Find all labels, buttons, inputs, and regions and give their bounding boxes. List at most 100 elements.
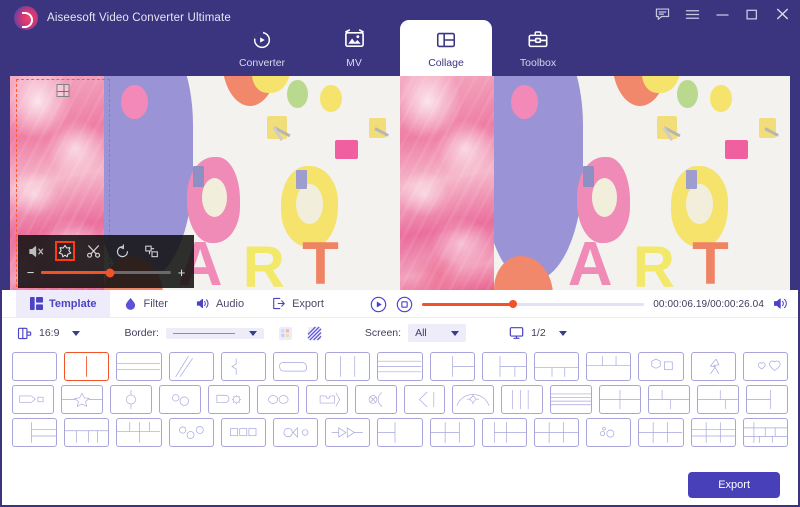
template-grid-2x3-b[interactable] [638,418,684,447]
mute-icon[interactable] [26,241,46,261]
paper-letter-t: T [302,230,339,290]
border-style-preview [172,332,235,334]
template-left-big-right-stack[interactable] [648,385,691,414]
tab-template-label: Template [49,297,97,310]
template-rounded-inset[interactable] [273,352,319,381]
template-bubbles[interactable] [586,418,632,447]
zoom-out-button[interactable]: − [26,266,35,279]
template-circle-center[interactable] [109,385,152,414]
template-t-shape-3[interactable] [697,385,740,414]
template-cols-4[interactable] [501,385,544,414]
close-icon[interactable] [774,6,790,22]
maximize-icon[interactable] [744,6,760,22]
template-arrow-notch[interactable] [220,352,267,381]
template-left-big-right-2[interactable] [429,352,475,381]
playback-progress-slider[interactable] [422,300,645,308]
screen-dropdown[interactable]: All [408,324,467,342]
template-cross-circle[interactable] [354,385,397,414]
template-gear-shape[interactable] [207,385,250,414]
zoom-track[interactable] [41,268,171,277]
template-grid-3x3[interactable] [690,418,736,447]
template-grid-2x2-wide[interactable] [377,418,423,447]
minimize-icon[interactable] [714,6,730,22]
template-cols-3[interactable] [325,352,371,381]
template-single[interactable] [12,352,58,381]
tab-filter[interactable]: Filter [110,290,181,317]
monitor-icon[interactable] [508,325,524,341]
template-puzzle-shape[interactable] [305,385,348,414]
play-button[interactable] [370,296,387,313]
aspect-ratio-caret-icon[interactable] [72,330,81,336]
screen-label: Screen: [364,327,402,339]
template-three-circles[interactable] [168,418,214,447]
template-arrow-chain[interactable] [325,418,371,447]
template-grid-complex[interactable] [742,418,789,447]
zoom-knob[interactable] [105,268,115,277]
export-arrow-icon [272,297,286,310]
template-rows-4[interactable] [377,352,423,381]
template-star-band[interactable] [60,385,103,414]
template-arch-diamond[interactable] [452,385,495,414]
template-flag-rect[interactable] [12,385,54,414]
template-bottom-split-3[interactable] [534,352,580,381]
template-left-split-right-2[interactable] [429,418,475,447]
output-preview-pane[interactable]: A R T [400,76,790,290]
template-top-band-bottom-3[interactable] [64,418,110,447]
template-chevron-left[interactable] [403,385,446,414]
template-h-band-3[interactable] [116,352,162,381]
source-preview-pane[interactable]: A R T − + [10,76,400,290]
playback-progress-knob[interactable] [509,300,518,308]
border-pattern-icon[interactable] [307,325,323,341]
template-split-vertical-2[interactable] [64,352,110,381]
rotate-icon[interactable] [113,241,133,261]
tab-template[interactable]: Template [16,290,111,317]
nav-tab-collage[interactable]: Collage [400,20,492,76]
tab-audio[interactable]: Audio [182,290,258,317]
export-button[interactable]: Export [688,472,780,498]
template-oval-pair[interactable] [256,385,299,414]
template-grid-2x3-a[interactable] [481,418,528,447]
border-label: Border: [124,327,159,339]
template-two-circles[interactable] [158,385,201,414]
template-top-split-3[interactable] [586,352,632,381]
aspect-ratio-value[interactable]: 16:9 [39,327,59,339]
trim-scissors-icon[interactable] [84,241,104,261]
nav-tab-mv[interactable]: MV [308,20,400,76]
template-left-rows-right-big[interactable] [746,385,788,414]
clip-zoom-slider[interactable]: − + [26,266,186,279]
template-hex-square[interactable] [638,352,684,381]
template-rows-5[interactable] [550,385,593,414]
zoom-in-button[interactable]: + [177,266,186,279]
feedback-icon[interactable] [654,6,670,22]
border-style-dropdown[interactable] [165,327,264,339]
template-diagonal-slash[interactable] [168,352,214,381]
template-quad-4[interactable] [599,385,642,414]
nav-tab-toolbox-label: Toolbox [519,56,557,69]
filter-icon[interactable] [55,241,75,261]
stop-button[interactable] [396,296,413,313]
template-lightning-split[interactable] [690,352,736,381]
panel-tab-bar: Template Filter Audio Export 00:00:06.19… [2,290,798,318]
template-two-hearts[interactable] [742,352,789,381]
template-cols-3-rows-2[interactable] [534,418,580,447]
tab-export[interactable]: Export [258,290,338,317]
volume-icon[interactable] [773,296,790,312]
aspect-ratio-icon[interactable] [16,325,32,341]
menu-icon[interactable] [684,6,700,22]
mini-clip-two [686,170,697,190]
template-circle-arrow-dot[interactable] [273,418,319,447]
page-caret-icon[interactable] [558,330,567,336]
nav-tab-toolbox[interactable]: Toolbox [492,20,584,76]
template-left-big-right-rows3[interactable] [12,418,58,447]
nav-tab-converter-label: Converter [238,56,286,69]
binder-clip-two [364,106,391,147]
screen-caret-icon[interactable] [451,330,460,336]
template-left-2-right-split[interactable] [481,352,528,381]
border-color-icon[interactable] [278,325,294,341]
template-top-3-bottom-band[interactable] [116,418,162,447]
nav-tab-converter[interactable]: Converter [216,20,308,76]
template-three-squares[interactable] [220,418,267,447]
border-style-caret-icon[interactable] [248,330,257,336]
crop-icon[interactable] [142,241,162,261]
panel-footer: Export [2,465,798,505]
